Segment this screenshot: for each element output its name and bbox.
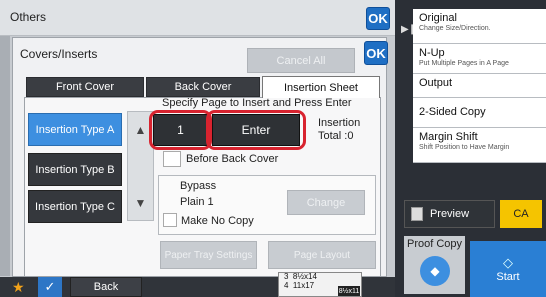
start-button[interactable]: ◇ Start — [470, 241, 546, 297]
menu-item-margin-shift[interactable]: Margin Shift Shift Position to Have Marg… — [413, 128, 546, 163]
page-title: Others — [10, 10, 47, 24]
back-button[interactable]: Back — [70, 277, 142, 297]
paper-type: Plain 1 — [180, 196, 214, 208]
before-back-cover-label: Before Back Cover — [186, 153, 279, 165]
top-bar — [0, 0, 395, 36]
left-edge-strip — [0, 36, 10, 276]
menu-item-original[interactable]: Original Change Size/Direction. — [413, 9, 546, 44]
tab-back-cover[interactable]: Back Cover — [146, 77, 260, 97]
start-label: Start — [496, 271, 520, 283]
instruction-text: Specify Page to Insert and Press Enter — [162, 97, 352, 109]
paper-status-row: 4 11x17 — [284, 281, 315, 290]
proof-copy-icon: ◆ — [420, 256, 450, 286]
scroll-down-icon[interactable]: ▼ — [127, 190, 154, 216]
menu-item-2-sided-copy[interactable]: 2-Sided Copy — [413, 98, 546, 128]
insertion-type-c-button[interactable]: Insertion Type C — [28, 190, 122, 223]
make-no-copy-label: Make No Copy — [181, 215, 254, 227]
tab-front-cover[interactable]: Front Cover — [26, 77, 144, 97]
highlight-box-enter — [206, 110, 306, 150]
paper-status-last: 8½x11 — [338, 286, 360, 296]
insertion-type-b-button[interactable]: Insertion Type B — [28, 153, 122, 186]
paper-tray-settings-button[interactable]: Paper Tray Settings — [160, 241, 257, 269]
dialog-title: Covers/Inserts — [20, 47, 98, 61]
ok-button-top[interactable]: OK — [366, 7, 390, 30]
paper-status-row: 3 8½x14 — [284, 272, 317, 281]
insertion-label: Insertion — [318, 117, 361, 129]
change-button[interactable]: Change — [287, 190, 365, 215]
insertion-type-a-button[interactable]: Insertion Type A — [28, 113, 122, 146]
start-icon: ◇ — [503, 255, 513, 270]
ca-button[interactable]: CA — [500, 200, 542, 228]
paper-status-list: 3 8½x14 4 11x17 — [280, 272, 380, 297]
highlight-box-number — [149, 110, 212, 150]
before-back-cover-checkbox[interactable] — [163, 151, 181, 167]
star-icon[interactable]: ★ — [12, 279, 25, 296]
proof-copy-label: Proof Copy — [406, 238, 463, 250]
check-icon[interactable]: ✓ — [38, 277, 62, 297]
page-layout-button[interactable]: Page Layout — [268, 241, 376, 269]
menu-item-output[interactable]: Output — [413, 74, 546, 98]
make-no-copy-checkbox[interactable] — [163, 213, 177, 227]
total-label: Total :0 — [318, 130, 354, 142]
cancel-all-button[interactable]: Cancel All — [247, 48, 355, 73]
preview-icon — [411, 207, 423, 221]
paper-source: Bypass — [180, 180, 217, 192]
tab-insertion-sheet[interactable]: Insertion Sheet — [262, 76, 380, 98]
ok-button-dialog[interactable]: OK — [364, 41, 388, 65]
insertion-total: Insertion Total :0 — [318, 117, 360, 143]
menu-item-n-up[interactable]: N-Up Put Multiple Pages in A Page — [413, 44, 546, 74]
